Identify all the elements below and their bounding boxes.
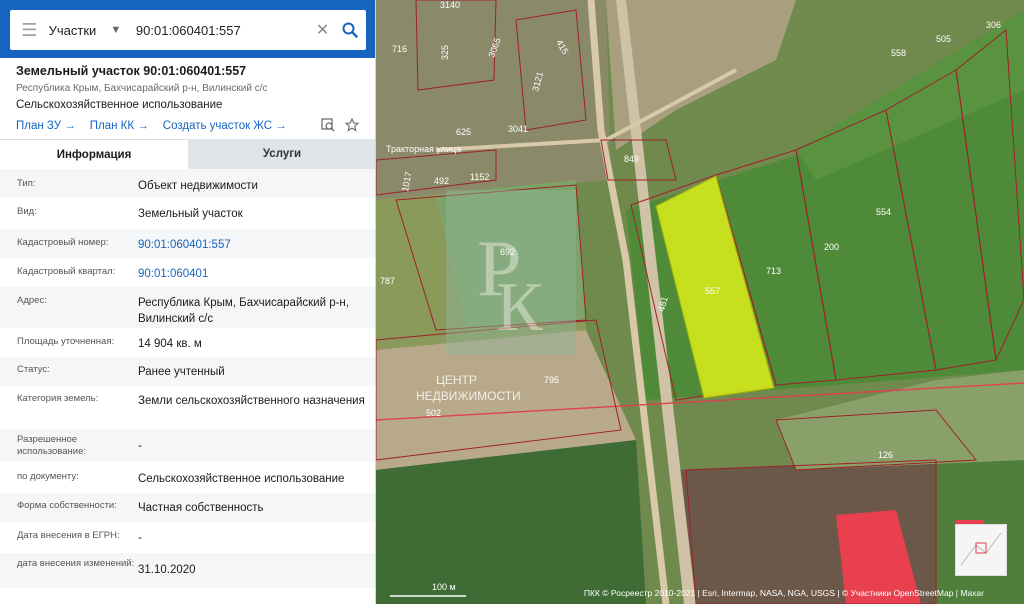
minimap-icon bbox=[956, 525, 1006, 575]
search-on-map-icon[interactable] bbox=[321, 118, 335, 132]
tabs: Информация Услуги bbox=[0, 139, 375, 169]
search-input[interactable] bbox=[125, 22, 312, 38]
row-value: 31.10.2020 bbox=[138, 564, 196, 576]
row-value: Ранее учтенный bbox=[138, 366, 225, 378]
row-label: Дата внесения в ЕГРН: bbox=[17, 530, 120, 541]
street-label: Тракторная улица bbox=[386, 144, 461, 154]
parcel-label: 1152 bbox=[470, 172, 489, 182]
create-parcel-link[interactable]: Создать участок ЖС → bbox=[163, 120, 287, 132]
parcel-label: 557 bbox=[705, 286, 720, 296]
parcel-label: 502 bbox=[426, 408, 441, 418]
map-attribution: ПКК © Росреестр 2010-2021 | Esri, Interm… bbox=[583, 588, 984, 598]
row-ownership: Форма собственности: Частная собственнос… bbox=[0, 493, 375, 523]
watermark-text-line-2: НЕДВИЖИМОСТИ bbox=[416, 389, 521, 403]
watermark-text-line-1: ЦЕНТР bbox=[436, 373, 477, 387]
svg-text:К: К bbox=[496, 269, 543, 346]
minimap[interactable] bbox=[955, 524, 1007, 576]
parcel-label: 200 bbox=[824, 242, 839, 252]
row-value: Сельскохозяйственное использование bbox=[138, 473, 345, 485]
row-value: - bbox=[138, 532, 142, 544]
layer-select[interactable]: Участки ▼ bbox=[49, 23, 126, 38]
parcel-label: 795 bbox=[544, 375, 559, 385]
cadastral-number-link[interactable]: 90:01:060401:557 bbox=[138, 237, 375, 253]
parcel-label: 126 bbox=[878, 450, 893, 460]
parcel-label: 787 bbox=[380, 276, 395, 286]
cadastral-quarter-link[interactable]: 90:01:060401 bbox=[138, 266, 375, 282]
row-label: Форма собственности: bbox=[17, 500, 117, 511]
plan-zu-link[interactable]: План ЗУ → bbox=[16, 120, 76, 132]
parcel-label: 625 bbox=[456, 127, 471, 137]
row-status: Статус: Ранее учтенный bbox=[0, 357, 375, 387]
row-value: 14 904 кв. м bbox=[138, 338, 202, 350]
tab-info[interactable]: Информация bbox=[0, 139, 188, 169]
row-label: Площадь уточненная: bbox=[17, 336, 115, 347]
parcel-label: 716 bbox=[392, 44, 407, 54]
map-scale: 100 м bbox=[432, 582, 456, 592]
search-box: ☰ Участки ▼ ✕ bbox=[10, 10, 366, 50]
row-modified-date: дата внесения изменений: 31.10.2020 bbox=[0, 553, 375, 589]
parcel-label: 3041 bbox=[508, 124, 528, 134]
chevron-down-icon: ▼ bbox=[110, 24, 122, 36]
menu-icon[interactable]: ☰ bbox=[10, 20, 49, 41]
parcel-label: 554 bbox=[876, 207, 891, 217]
row-label: Разрешенное использование: bbox=[17, 434, 87, 457]
parcel-label: 713 bbox=[766, 266, 781, 276]
row-egrn-date: Дата внесения в ЕГРН: - bbox=[0, 523, 375, 553]
object-title: Земельный участок 90:01:060401:557 bbox=[16, 64, 247, 78]
row-cadastral-quarter: Кадастровый квартал: 90:01:060401 bbox=[0, 259, 375, 287]
parcel-label: 849 bbox=[624, 154, 639, 164]
search-icon[interactable] bbox=[333, 22, 366, 38]
row-value: - bbox=[138, 440, 142, 452]
row-label: Вид: bbox=[17, 206, 37, 217]
row-type: Тип: Объект недвижимости bbox=[0, 169, 375, 199]
info-panel: ☰ Участки ▼ ✕ Земельный участок 90:01:06… bbox=[0, 0, 376, 604]
row-value: Земельный участок bbox=[138, 208, 243, 220]
row-land-category: Категория земель: Земли сельскохозяйстве… bbox=[0, 387, 375, 429]
parcel-label: 492 bbox=[434, 176, 449, 186]
row-value: Республика Крым, Бахчисарайский р-н, Вил… bbox=[138, 297, 349, 325]
parcel-label: 306 bbox=[986, 20, 1001, 30]
parcel-label: 692 bbox=[500, 247, 515, 257]
row-value: Земли сельскохозяйственного назначения bbox=[138, 395, 365, 407]
object-usage: Сельскохозяйственное использование bbox=[16, 99, 223, 111]
row-label: Адрес: bbox=[17, 295, 47, 306]
row-by-document: по документу: Сельскохозяйственное испол… bbox=[0, 463, 375, 493]
parcel-label: 558 bbox=[891, 48, 906, 58]
info-table: Тип: Объект недвижимости Вид: Земельный … bbox=[0, 169, 375, 589]
row-label: дата внесения изменений: bbox=[17, 558, 135, 569]
row-label: Кадастровый номер: bbox=[17, 237, 109, 248]
row-label: Кадастровый квартал: bbox=[17, 266, 116, 277]
header-actions bbox=[321, 118, 359, 132]
row-value: Частная собственность bbox=[138, 502, 264, 514]
object-links: План ЗУ → План КК → Создать участок ЖС → bbox=[16, 120, 366, 132]
row-permitted-use: Разрешенное использование: - bbox=[0, 429, 375, 463]
parcel-label: 325 bbox=[440, 45, 450, 60]
parcel-label: 505 bbox=[936, 34, 951, 44]
object-address: Республика Крым, Бахчисарайский р-н, Вил… bbox=[16, 83, 268, 94]
watermark-logo: Р К bbox=[446, 190, 576, 355]
tab-services[interactable]: Услуги bbox=[188, 139, 375, 169]
row-label: по документу: bbox=[17, 471, 79, 482]
parcel-label: 3140 bbox=[440, 0, 460, 10]
clear-icon[interactable]: ✕ bbox=[312, 20, 333, 40]
row-label: Категория земель: bbox=[17, 393, 99, 404]
satellite-map[interactable]: Р К 557 713 481 200 554 558 505 306 126 … bbox=[376, 0, 1024, 604]
row-area: Площадь уточненная: 14 904 кв. м bbox=[0, 329, 375, 357]
row-address: Адрес: Республика Крым, Бахчисарайский р… bbox=[0, 287, 375, 329]
row-label: Тип: bbox=[17, 178, 36, 189]
search-bar: ☰ Участки ▼ ✕ bbox=[0, 0, 375, 58]
row-cadastral-number: Кадастровый номер: 90:01:060401:557 bbox=[0, 229, 375, 259]
object-header: Земельный участок 90:01:060401:557 Респу… bbox=[16, 64, 366, 111]
map-view[interactable]: Р К 557 713 481 200 554 558 505 306 126 … bbox=[376, 0, 1024, 604]
row-value: Объект недвижимости bbox=[138, 180, 258, 192]
plan-kk-link[interactable]: План КК → bbox=[90, 120, 149, 132]
star-icon[interactable] bbox=[345, 118, 359, 132]
row-kind: Вид: Земельный участок bbox=[0, 199, 375, 229]
layer-select-label: Участки bbox=[48, 22, 97, 38]
row-label: Статус: bbox=[17, 364, 50, 375]
